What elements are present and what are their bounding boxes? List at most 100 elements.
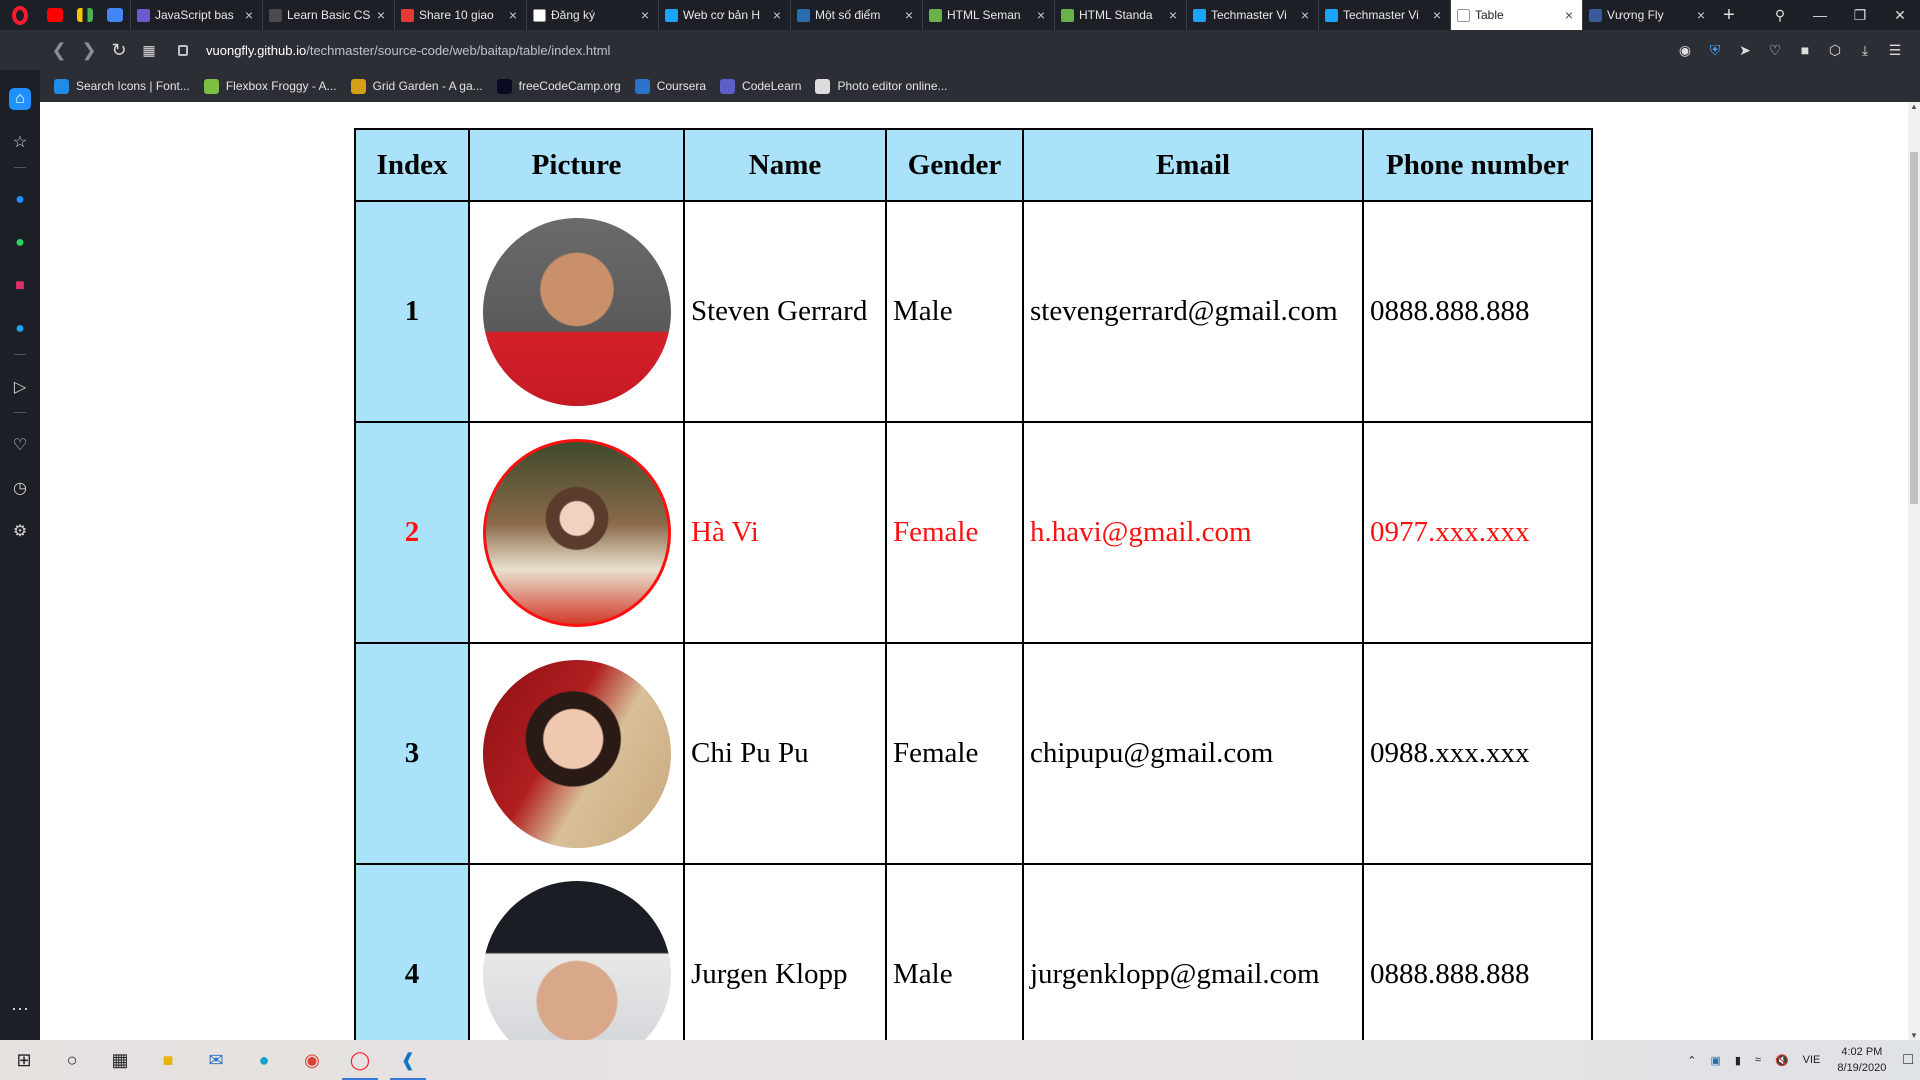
cube-icon[interactable]: ⬡ (1820, 42, 1850, 59)
header-name: Name (683, 128, 887, 202)
tab-close-icon[interactable]: × (374, 7, 388, 23)
tab-close-icon[interactable]: × (1166, 7, 1180, 23)
messenger-icon[interactable]: ● (9, 189, 31, 211)
star-icon[interactable]: ☆ (9, 131, 31, 153)
tab-close-icon[interactable]: × (1034, 7, 1048, 23)
home-icon[interactable]: ⌂ (9, 88, 31, 110)
browser-tab[interactable]: Đăng ký × (526, 0, 658, 30)
notification-center-icon[interactable]: □ (1903, 1051, 1913, 1069)
vpn-shield-icon[interactable]: ⛨ (1700, 42, 1730, 59)
scroll-down-arrow-icon[interactable]: ▼ (1908, 1031, 1920, 1040)
snapshot-icon[interactable]: ◉ (1670, 42, 1700, 59)
bookmark-item[interactable]: Coursera (634, 78, 706, 94)
browser-tab[interactable]: HTML Seman × (922, 0, 1054, 30)
bookmark-item[interactable]: Grid Garden - A ga... (350, 78, 483, 94)
tab-title: JavaScript bas (155, 8, 234, 22)
bookmark-label: Photo editor online... (837, 79, 948, 93)
browser-tab[interactable]: Một số điểm × (790, 0, 922, 30)
wifi-icon[interactable]: ≈ (1755, 1054, 1761, 1066)
whatsapp-icon[interactable]: ● (9, 232, 31, 254)
bookmark-item[interactable]: freeCodeCamp.org (496, 78, 621, 94)
favorites-heart-icon[interactable]: ♡ (9, 434, 31, 456)
tab-close-icon[interactable]: × (1430, 7, 1444, 23)
flow-send-icon[interactable]: ▷ (9, 376, 31, 398)
tab-title: Table (1475, 8, 1504, 22)
reload-button[interactable]: ↻ (104, 40, 134, 61)
restore-button[interactable]: ❐ (1840, 7, 1880, 24)
back-button[interactable]: ❮ (44, 40, 74, 61)
browser-tab[interactable]: Techmaster Vi × (1186, 0, 1318, 30)
browser-tab[interactable]: Share 10 giao × (394, 0, 526, 30)
speed-dial-icon[interactable]: ▦ (134, 42, 164, 59)
vscode-icon[interactable]: ❰ (384, 1040, 432, 1080)
page-scrollbar[interactable]: ▲ ▼ (1908, 102, 1920, 1040)
more-options-icon[interactable]: ⋯ (11, 999, 29, 1020)
pinned-tab-bars[interactable] (70, 0, 100, 30)
tab-close-icon[interactable]: × (902, 7, 916, 23)
tab-close-icon[interactable]: × (638, 7, 652, 23)
tab-close-icon[interactable]: × (1694, 7, 1708, 23)
download-icon[interactable]: ⤓ (1850, 42, 1880, 59)
chrome-icon[interactable]: ◉ (288, 1040, 336, 1080)
system-clock[interactable]: 4:02 PM 8/19/2020 (1837, 1044, 1886, 1076)
bookmark-item[interactable]: Search Icons | Font... (54, 78, 190, 94)
url-field[interactable]: vuongfly.github.io/techmaster/source-cod… (178, 43, 610, 58)
tray-app-icon[interactable]: ▣ (1710, 1054, 1720, 1067)
bookmark-favicon-icon (634, 78, 650, 94)
browser-tab[interactable]: Table × (1450, 0, 1582, 30)
address-bar: ❮ ❯ ↻ ▦ vuongfly.github.io/techmaster/so… (0, 30, 1920, 70)
browser-tab[interactable]: Web cơ bản H × (658, 0, 790, 30)
opera-taskbar-icon[interactable]: ◯ (336, 1040, 384, 1080)
tab-close-icon[interactable]: × (770, 7, 784, 23)
volume-muted-icon[interactable]: 🔇 (1775, 1054, 1789, 1067)
easy-setup-icon[interactable]: ☰ (1880, 42, 1910, 59)
avatar (482, 438, 671, 627)
tray-chevron-icon[interactable]: ⌃ (1687, 1054, 1696, 1067)
mail-icon[interactable]: ✉ (192, 1040, 240, 1080)
browser-tab[interactable]: HTML Standa × (1054, 0, 1186, 30)
pinned-tab-youtube[interactable] (40, 0, 70, 30)
scrollbar-thumb[interactable] (1910, 152, 1918, 504)
task-view-icon[interactable]: ▦ (96, 1040, 144, 1080)
bookmark-item[interactable]: Photo editor online... (815, 78, 948, 94)
tab-favicon-icon (797, 8, 810, 22)
new-tab-button[interactable]: + (1714, 4, 1744, 27)
edge-icon[interactable]: ● (240, 1040, 288, 1080)
scroll-up-arrow-icon[interactable]: ▲ (1908, 102, 1920, 111)
bookmark-item[interactable]: Flexbox Froggy - A... (203, 78, 337, 94)
windows-start-icon[interactable]: ⊞ (0, 1040, 48, 1080)
url-path: /techmaster/source-code/web/baitap/table… (306, 42, 611, 58)
input-language[interactable]: VIE (1803, 1054, 1821, 1066)
header-gender: Gender (885, 128, 1024, 202)
opera-menu-icon[interactable] (0, 0, 40, 30)
cell-index: 3 (354, 642, 470, 865)
people-table: Index Picture Name Gender Email Phone nu… (354, 128, 1593, 1040)
forward-button[interactable]: ❯ (74, 40, 104, 61)
chat-icon[interactable]: ■ (1790, 42, 1820, 58)
tab-close-icon[interactable]: × (1562, 7, 1576, 23)
bookmark-item[interactable]: CodeLearn (720, 78, 801, 94)
tab-close-icon[interactable]: × (506, 7, 520, 23)
search-tabs-icon[interactable]: ⚲ (1760, 7, 1800, 24)
pinned-tab-translate[interactable] (100, 0, 130, 30)
browser-tab[interactable]: Vượng Fly × (1582, 0, 1714, 30)
browser-tab[interactable]: Techmaster Vi × (1318, 0, 1450, 30)
send-icon[interactable]: ➤ (1730, 42, 1760, 59)
file-explorer-icon[interactable]: ■ (144, 1040, 192, 1080)
avatar (482, 659, 671, 848)
twitter-icon[interactable]: ● (9, 318, 31, 340)
tab-close-icon[interactable]: × (242, 7, 256, 23)
minimize-button[interactable]: — (1800, 7, 1840, 23)
heart-icon[interactable]: ♡ (1760, 42, 1790, 59)
battery-icon[interactable]: ▮ (1735, 1054, 1741, 1067)
close-window-button[interactable]: ✕ (1880, 7, 1920, 24)
instagram-icon[interactable]: ■ (9, 275, 31, 297)
settings-gear-icon[interactable]: ⚙ (9, 520, 31, 542)
tab-favicon-icon (929, 8, 942, 22)
browser-tab[interactable]: JavaScript bas × (130, 0, 262, 30)
history-clock-icon[interactable]: ◷ (9, 477, 31, 499)
cortana-search-icon[interactable]: ○ (48, 1040, 96, 1080)
tab-title: Vượng Fly (1607, 8, 1664, 22)
browser-tab[interactable]: Learn Basic CS × (262, 0, 394, 30)
tab-close-icon[interactable]: × (1298, 7, 1312, 23)
